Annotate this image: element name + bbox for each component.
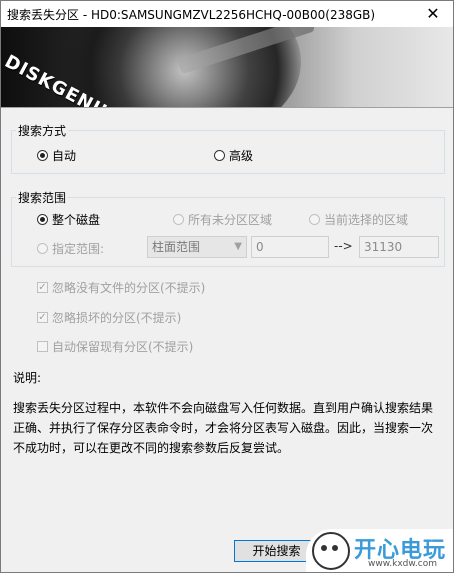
radio-auto-label: 自动	[52, 149, 77, 163]
radio-unallocated-areas[interactable]: 所有未分区区域	[173, 211, 272, 228]
radio-selected-area-label: 当前选择的区域	[324, 213, 409, 227]
checkmark-icon[interactable]: ✓	[37, 312, 48, 323]
radio-selected-area[interactable]: 当前选择的区域	[309, 211, 408, 228]
chevron-down-icon: ▼	[234, 241, 242, 252]
checkmark-icon[interactable]: ✓	[37, 282, 48, 293]
range-unit-select[interactable]: 柱面范围 ▼	[147, 236, 247, 258]
radio-auto[interactable]: 自动	[37, 147, 76, 164]
radio-whole-disk[interactable]: 整个磁盘	[37, 211, 100, 228]
ignore-damaged-partitions-checkbox[interactable]: ✓ 忽略损坏的分区(不提示)	[37, 309, 181, 326]
radio-specify-range-indicator[interactable]	[37, 243, 48, 254]
radio-selected-area-indicator[interactable]	[309, 214, 320, 225]
range-end-input[interactable]: 31130	[359, 236, 439, 258]
radio-specify-range-label: 指定范围:	[52, 242, 105, 256]
keep-existing-partitions-checkbox[interactable]: 自动保留现有分区(不提示)	[37, 338, 193, 355]
search-range-legend: 搜索范围	[18, 191, 67, 205]
ignore-damaged-partitions-label: 忽略损坏的分区(不提示)	[52, 311, 182, 325]
radio-whole-disk-label: 整个磁盘	[52, 213, 101, 227]
close-icon[interactable]: ✕	[413, 1, 453, 27]
keep-existing-partitions-label: 自动保留现有分区(不提示)	[52, 340, 194, 354]
radio-unallocated-indicator[interactable]	[173, 214, 184, 225]
radio-unallocated-label: 所有未分区区域	[188, 213, 273, 227]
notes-title: 说明:	[13, 371, 42, 385]
radio-advanced-label: 高级	[229, 149, 254, 163]
window-title: 搜索丢失分区 - HD0:SAMSUNGMZVL2256HCHQ-00B00(2…	[7, 8, 376, 22]
diskgenius-banner: DISKGENIUS	[1, 27, 453, 107]
radio-advanced-indicator[interactable]	[214, 150, 225, 161]
ignore-empty-partitions-label: 忽略没有文件的分区(不提示)	[52, 281, 206, 295]
banner-divider	[1, 107, 453, 108]
radio-advanced[interactable]: 高级	[214, 147, 253, 164]
ignore-empty-partitions-checkbox[interactable]: ✓ 忽略没有文件的分区(不提示)	[37, 279, 205, 296]
radio-specify-range[interactable]: 指定范围:	[37, 240, 104, 257]
watermark-url: www.kxdw.com	[368, 559, 437, 569]
search-lost-partition-dialog: 搜索丢失分区 - HD0:SAMSUNGMZVL2256HCHQ-00B00(2…	[0, 0, 454, 573]
checkbox-empty[interactable]	[37, 341, 48, 352]
range-arrow: -->	[334, 239, 353, 253]
notes-text: 搜索丢失分区过程中，本软件不会向磁盘写入任何数据。直到用户确认搜索结果正确、并执…	[13, 401, 434, 455]
radio-whole-disk-indicator[interactable]	[37, 214, 48, 225]
radio-auto-indicator[interactable]	[37, 150, 48, 161]
search-mode-legend: 搜索方式	[18, 124, 67, 138]
mascot-icon	[312, 532, 350, 570]
range-unit-value: 柱面范围	[152, 240, 201, 254]
range-start-input[interactable]: 0	[251, 236, 329, 258]
watermark: 开心电玩 www.kxdw.com	[306, 529, 453, 572]
title-bar: 搜索丢失分区 - HD0:SAMSUNGMZVL2256HCHQ-00B00(2…	[1, 1, 453, 27]
